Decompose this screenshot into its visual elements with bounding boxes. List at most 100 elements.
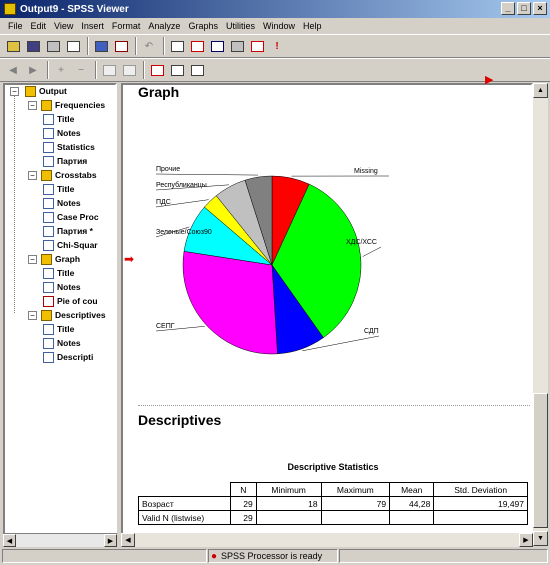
book-icon	[41, 169, 52, 181]
descriptive-statistics-table[interactable]: N Minimum Maximum Mean Std. Deviation Во…	[138, 482, 528, 525]
insert-title-icon[interactable]	[168, 61, 186, 79]
goto-case-icon[interactable]	[188, 37, 206, 55]
table-row: Возраст 29 18 79 44,28 19,497	[138, 496, 528, 511]
tree-item[interactable]: Notes	[43, 127, 81, 139]
processor-status-icon: ●	[211, 550, 218, 562]
collapse-icon[interactable]: −	[72, 61, 90, 79]
slice-label: Зеленые/Союз90	[156, 229, 212, 236]
tree-item[interactable]: Notes	[43, 197, 81, 209]
menu-file[interactable]: File	[4, 21, 27, 31]
close-button[interactable]: ×	[533, 2, 547, 15]
scroll-thumb[interactable]	[533, 393, 548, 528]
menu-graphs[interactable]: Graphs	[184, 21, 222, 31]
menu-edit[interactable]: Edit	[27, 21, 51, 31]
outline-hscrollbar[interactable]: ◀ ▶	[3, 533, 117, 547]
tree-section[interactable]: Descriptives	[41, 309, 106, 321]
undo-icon[interactable]: ↶	[140, 37, 158, 55]
print-icon[interactable]	[44, 37, 62, 55]
slice-label: СДП	[364, 328, 379, 335]
status-text: SPSS Processor is ready	[221, 551, 323, 561]
tree-section[interactable]: Frequencies	[41, 99, 105, 111]
goto-data-icon[interactable]	[168, 37, 186, 55]
main-toolbar: ↶ !	[0, 34, 550, 58]
menu-view[interactable]: View	[50, 21, 77, 31]
save-icon[interactable]	[24, 37, 42, 55]
graph-heading[interactable]: Graph	[138, 84, 179, 100]
menu-help[interactable]: Help	[299, 21, 326, 31]
slice-label: Прочие	[156, 166, 180, 173]
menu-insert[interactable]: Insert	[77, 21, 108, 31]
scroll-right-icon[interactable]: ▶	[104, 534, 117, 547]
alert-icon[interactable]: !	[268, 37, 286, 55]
table-title: Descriptive Statistics	[287, 462, 379, 472]
recall-dialog-icon[interactable]	[112, 37, 130, 55]
menu-utilities[interactable]: Utilities	[222, 21, 259, 31]
show-icon[interactable]	[100, 61, 118, 79]
tree-section[interactable]: Crosstabs	[41, 169, 97, 181]
split-file-icon[interactable]	[248, 37, 266, 55]
tree-item[interactable]: Title	[43, 267, 74, 279]
table-row: Valid N (listwise) 29	[138, 510, 528, 525]
page-icon	[43, 113, 54, 125]
descriptives-heading[interactable]: Descriptives	[138, 412, 221, 428]
collapse-toggle[interactable]: −	[10, 87, 19, 96]
page-icon	[43, 351, 54, 363]
scroll-up-icon[interactable]: ▲	[533, 83, 548, 98]
menu-bar: File Edit View Insert Format Analyze Gra…	[0, 18, 550, 34]
promote-icon[interactable]: ◀	[4, 61, 22, 79]
export-icon[interactable]	[92, 37, 110, 55]
insert-text-icon[interactable]	[188, 61, 206, 79]
insert-heading-icon[interactable]	[148, 61, 166, 79]
print-preview-icon[interactable]	[64, 37, 82, 55]
scroll-down-icon[interactable]: ▼	[533, 531, 548, 546]
variables-icon[interactable]	[208, 37, 226, 55]
tree-item[interactable]: Chi-Squar	[43, 239, 98, 251]
tree-item[interactable]: Title	[43, 183, 74, 195]
expand-icon[interactable]: +	[52, 61, 70, 79]
menu-format[interactable]: Format	[108, 21, 145, 31]
find-icon[interactable]	[228, 37, 246, 55]
slice-label: Республиканцы	[156, 181, 207, 189]
book-icon	[41, 99, 52, 111]
collapse-toggle[interactable]: −	[28, 255, 37, 264]
collapse-toggle[interactable]: −	[28, 101, 37, 110]
tree-item[interactable]: Title	[43, 113, 74, 125]
tree-item[interactable]: Партия	[43, 155, 87, 167]
tree-root[interactable]: Output	[25, 85, 67, 97]
minimize-button[interactable]: _	[501, 2, 515, 15]
menu-window[interactable]: Window	[259, 21, 299, 31]
tree-item[interactable]: Title	[43, 323, 74, 335]
hide-icon[interactable]	[120, 61, 138, 79]
content-vscrollbar[interactable]: ▲ ▼	[533, 83, 548, 546]
outline-pane[interactable]: − Output − Frequencies Title Notes Statistic…	[3, 83, 117, 546]
tree-item[interactable]: Case Proc	[43, 211, 99, 223]
maximize-button[interactable]: □	[517, 2, 531, 15]
tree-item[interactable]: Партия *	[43, 225, 93, 237]
collapse-toggle[interactable]: −	[28, 171, 37, 180]
page-icon	[43, 183, 54, 195]
slice-label: ПДС	[156, 199, 171, 206]
pie-chart[interactable]: Missing ХДС/ХСС СДП СЕПГ Зеленые/Союз90 ПДС Ре…	[138, 128, 400, 383]
tree-section[interactable]: Graph	[41, 253, 80, 265]
demote-icon[interactable]: ▶	[24, 61, 42, 79]
scroll-right-icon[interactable]: ▶	[519, 533, 533, 547]
page-icon	[43, 337, 54, 349]
tree-item[interactable]: Statistics	[43, 141, 95, 153]
book-icon	[41, 309, 52, 321]
menu-analyze[interactable]: Analyze	[144, 21, 184, 31]
content-hscrollbar[interactable]: ◀ ▶	[121, 533, 533, 547]
tree-item[interactable]: Descripti	[43, 351, 93, 363]
collapse-toggle[interactable]: −	[28, 311, 37, 320]
scroll-left-icon[interactable]: ◀	[121, 533, 135, 547]
selection-arrow-icon: ➡	[124, 252, 135, 266]
slice-label: СЕПГ	[156, 323, 175, 330]
tree-item[interactable]: Notes	[43, 337, 81, 349]
window-title: Output9 - SPSS Viewer	[20, 3, 129, 15]
open-icon[interactable]	[4, 37, 22, 55]
tree-item[interactable]: Notes	[43, 281, 81, 293]
title-bar: Output9 - SPSS Viewer _ □ ×	[0, 0, 550, 18]
chart-icon	[43, 295, 54, 307]
scroll-left-icon[interactable]: ◀	[3, 534, 16, 547]
page-icon	[43, 211, 54, 223]
tree-item[interactable]: Pie of cou	[43, 295, 98, 307]
